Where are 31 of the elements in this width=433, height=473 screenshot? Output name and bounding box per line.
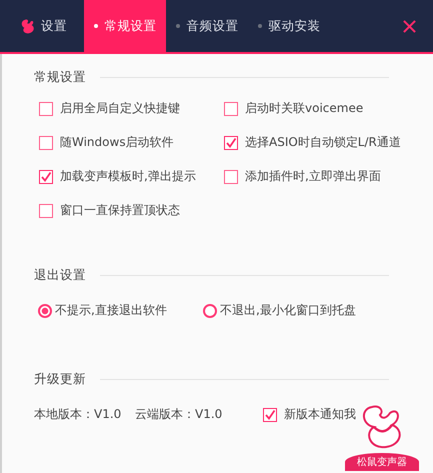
radio-button[interactable] <box>38 304 52 318</box>
radio-option[interactable]: 不退出,最小化窗口到托盘 <box>203 302 368 319</box>
checkbox-option[interactable]: 随Windows启动软件 <box>39 134 224 151</box>
local-version: 本地版本：V1.0 <box>34 406 122 423</box>
checkbox-option[interactable]: 添加插件时,立即弹出界面 <box>224 168 424 185</box>
checkbox[interactable] <box>263 408 277 422</box>
tab[interactable]: 常规设置 <box>84 0 166 52</box>
section-title: 常规设置 <box>34 69 86 86</box>
checkbox-option[interactable]: 启动时关联voicemee <box>224 100 424 117</box>
checkbox-option[interactable]: 新版本通知我 <box>263 406 356 423</box>
checkbox[interactable] <box>224 136 238 150</box>
checkbox-option[interactable]: 加载变声模板时,弹出提示 <box>39 168 224 185</box>
brand-ribbon: 松鼠变声器 <box>345 453 419 471</box>
section-title: 退出设置 <box>34 267 86 284</box>
checkbox[interactable] <box>39 170 53 184</box>
checkbox-option[interactable]: 窗口一直保持置顶状态 <box>39 202 224 219</box>
checkbox[interactable] <box>39 204 53 218</box>
tab[interactable]: 驱动安装 <box>248 0 330 52</box>
checkbox[interactable] <box>224 102 238 116</box>
checkbox[interactable] <box>39 102 53 116</box>
settings-tab[interactable]: 设置 <box>2 0 84 52</box>
checkbox[interactable] <box>39 136 53 150</box>
radio-button[interactable] <box>203 304 217 318</box>
checkbox[interactable] <box>224 170 238 184</box>
radio-option[interactable]: 不提示,直接退出软件 <box>38 302 203 319</box>
close-icon[interactable] <box>403 20 416 32</box>
tab[interactable]: 音频设置 <box>166 0 248 52</box>
cloud-version: 云端版本：V1.0 <box>135 406 224 423</box>
checkbox-option[interactable]: 启用全局自定义快捷键 <box>39 100 224 117</box>
section-title: 升级更新 <box>34 371 86 388</box>
checkbox-option[interactable]: 选择ASIO时自动锁定L/R通道 <box>224 134 424 151</box>
